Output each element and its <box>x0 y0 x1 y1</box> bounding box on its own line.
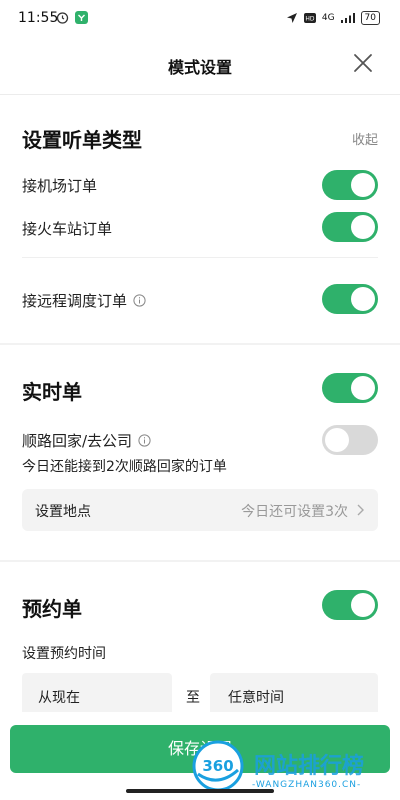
set-location-remaining: 今日还可设置3次 <box>241 504 348 520</box>
booking-title: 预约单 <box>22 597 82 621</box>
watermark-logo-icon: 360 <box>192 740 244 792</box>
booking-time-label: 设置预约时间 <box>22 646 106 662</box>
info-icon[interactable] <box>138 434 151 447</box>
train-order-label: 接火车站订单 <box>22 220 113 238</box>
home-route-label: 顺路回家/去公司 <box>22 432 133 450</box>
realtime-title: 实时单 <box>22 380 82 404</box>
collapse-link[interactable]: 收起 <box>352 129 378 148</box>
airport-order-label: 接机场订单 <box>22 177 98 195</box>
svg-text:HD: HD <box>305 16 315 23</box>
order-type-title: 设置听单类型 <box>22 128 142 152</box>
train-order-toggle[interactable] <box>322 212 378 242</box>
status-time: 11:55 <box>18 10 59 26</box>
location-arrow-icon <box>286 13 297 23</box>
signal-icon <box>340 13 355 23</box>
booking-toggle[interactable] <box>322 590 378 620</box>
chevron-right-icon <box>357 504 364 516</box>
status-right: HD 4G 70 <box>286 11 380 25</box>
home-route-toggle[interactable] <box>322 425 378 455</box>
set-location-row[interactable]: 设置地点 今日还可设置3次 <box>22 489 378 531</box>
page-title: 模式设置 <box>167 58 232 77</box>
home-indicator <box>126 789 274 793</box>
watermark-logo-text: 360 <box>202 757 233 775</box>
close-icon[interactable] <box>352 52 374 74</box>
home-route-row: 顺路回家/去公司 <box>22 430 151 451</box>
battery-icon: 70 <box>360 11 380 25</box>
realtime-toggle[interactable] <box>322 373 378 403</box>
divider <box>22 257 378 258</box>
remote-dispatch-toggle[interactable] <box>322 284 378 314</box>
booking-start-value: 从现在 <box>38 690 80 706</box>
set-location-label: 设置地点 <box>35 504 91 520</box>
time-range-separator: 至 <box>186 690 200 706</box>
booking-end-time[interactable]: 任意时间 <box>210 673 378 717</box>
alarm-icon <box>56 12 69 24</box>
booking-end-value: 任意时间 <box>228 690 284 706</box>
status-left-icons <box>56 11 88 24</box>
watermark-name: 网站排行榜 <box>254 754 365 779</box>
network-type: 4G <box>321 13 335 23</box>
airport-order-toggle[interactable] <box>322 170 378 200</box>
remote-dispatch-label: 接远程调度订单 <box>22 292 128 310</box>
info-icon[interactable] <box>133 294 146 307</box>
remote-dispatch-row: 接远程调度订单 <box>22 290 146 311</box>
app-notification-icon <box>75 11 88 24</box>
hd-icon: HD <box>303 13 316 23</box>
home-route-hint: 今日还能接到2次顺路回家的订单 <box>22 459 227 475</box>
booking-start-time[interactable]: 从现在 <box>22 673 172 717</box>
